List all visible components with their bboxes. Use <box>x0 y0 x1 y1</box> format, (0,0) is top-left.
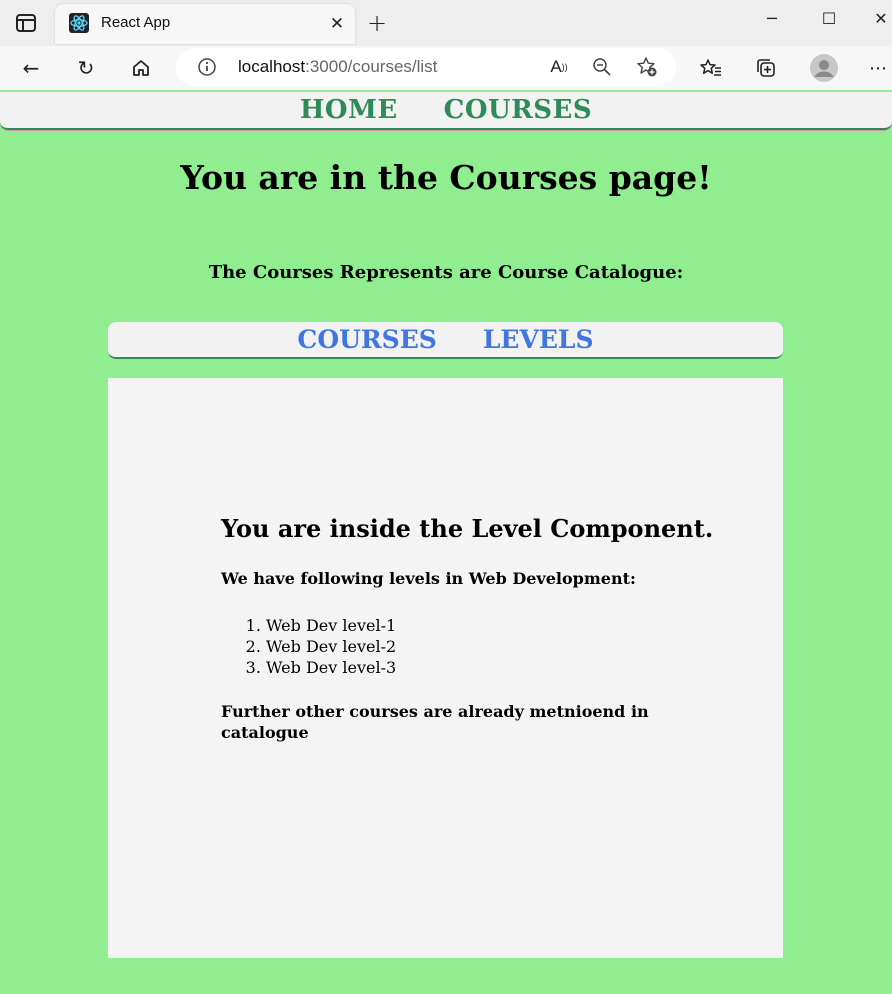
collections-icon[interactable] <box>750 52 782 84</box>
favorites-icon[interactable] <box>695 52 727 84</box>
top-nav: HOME COURSES <box>0 92 892 130</box>
window-close-icon[interactable]: ✕ <box>866 6 892 30</box>
profile-avatar[interactable] <box>808 52 840 84</box>
site-info-icon[interactable] <box>196 56 218 78</box>
level-note: Further other courses are already metnio… <box>221 702 649 742</box>
list-item: Web Dev level-2 <box>266 636 396 657</box>
react-logo-icon <box>69 13 89 33</box>
add-favorite-icon[interactable] <box>634 55 660 79</box>
address-bar[interactable]: localhost:3000/courses/list A)) <box>176 48 676 86</box>
maximize-icon[interactable]: ☐ <box>814 6 844 30</box>
list-item: Web Dev level-3 <box>266 657 396 678</box>
minimize-icon[interactable]: ─ <box>757 6 787 30</box>
subnav-levels-link[interactable]: LEVELS <box>483 325 594 354</box>
home-icon[interactable] <box>125 52 157 84</box>
read-aloud-icon[interactable]: A)) <box>546 55 572 79</box>
back-icon[interactable]: ← <box>15 52 47 84</box>
list-item: Web Dev level-1 <box>266 615 396 636</box>
nav-courses-link[interactable]: COURSES <box>444 95 593 125</box>
nav-home-link[interactable]: HOME <box>300 95 398 125</box>
close-tab-icon[interactable]: ✕ <box>325 12 349 36</box>
browser-titlebar: React App ✕ + ─ ☐ ✕ <box>0 0 892 46</box>
level-list: Web Dev level-1 Web Dev level-2 Web Dev … <box>266 615 396 678</box>
page-subtitle: The Courses Represents are Course Catalo… <box>208 262 684 283</box>
url-path: :3000/courses/list <box>305 57 438 76</box>
page-title: You are in the Courses page! <box>180 158 712 197</box>
refresh-icon[interactable]: ↻ <box>70 52 102 84</box>
level-component-panel: You are inside the Level Component. We h… <box>108 378 783 958</box>
browser-tab[interactable]: React App ✕ <box>55 4 355 44</box>
level-heading: You are inside the Level Component. <box>221 514 714 543</box>
url-host: localhost <box>238 57 306 76</box>
level-intro: We have following levels in Web Developm… <box>221 569 636 588</box>
sub-nav: COURSES LEVELS <box>108 322 783 359</box>
zoom-out-icon[interactable] <box>590 55 614 79</box>
more-options-icon[interactable]: ⋯ <box>864 52 892 84</box>
tab-actions-icon[interactable] <box>14 12 38 34</box>
subnav-courses-link[interactable]: COURSES <box>297 325 436 354</box>
url-text: localhost:3000/courses/list <box>238 57 437 77</box>
tab-title: React App <box>101 14 171 31</box>
new-tab-icon[interactable]: + <box>364 8 390 38</box>
